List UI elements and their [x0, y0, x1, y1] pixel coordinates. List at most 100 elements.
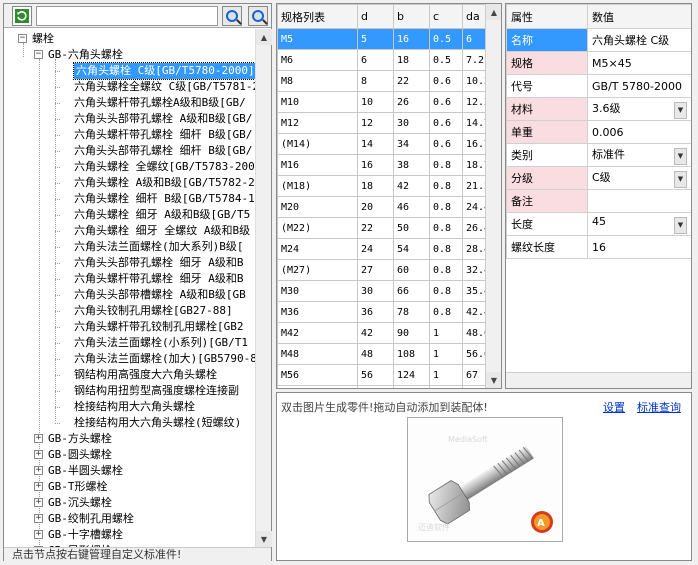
spec-cell[interactable]: 16 — [393, 28, 430, 50]
spec-cell[interactable]: M24 — [277, 238, 358, 260]
dropdown-arrow-icon[interactable]: ▼ — [674, 170, 687, 188]
property-value[interactable]: GB/T 5780-2000 — [592, 80, 682, 93]
spec-cell[interactable]: 48 — [357, 343, 394, 365]
spec-cell[interactable]: 0.8 — [429, 196, 463, 218]
search-button[interactable] — [222, 6, 242, 26]
spec-cell[interactable]: M6 — [277, 49, 358, 71]
spec-row[interactable]: M8 8 22 0.6 10.2 — [277, 70, 495, 92]
spec-row[interactable]: (M27) 27 60 0.8 32.4 — [277, 259, 495, 281]
spec-cell[interactable]: 10 — [357, 91, 394, 113]
spec-cell[interactable]: 26 — [393, 91, 430, 113]
spec-cell[interactable]: 140 — [393, 385, 430, 388]
spec-cell[interactable]: 38 — [393, 154, 430, 176]
spec-cell[interactable]: 50 — [393, 217, 430, 239]
standard-query-link[interactable]: 标准查询 — [637, 399, 681, 415]
spec-row[interactable]: (M14) 14 34 0.6 16.7 — [277, 133, 495, 155]
spec-row[interactable]: M56 56 124 1 67 — [277, 364, 495, 386]
spec-row[interactable]: (M22) 22 50 0.8 26.4 — [277, 217, 495, 239]
spec-cell[interactable]: M8 — [277, 70, 358, 92]
spec-cell[interactable]: M20 — [277, 196, 358, 218]
property-row[interactable]: 分级 C级 ▼ — [506, 166, 691, 190]
spec-cell[interactable]: 16 — [357, 154, 394, 176]
spec-cell[interactable]: 124 — [393, 364, 430, 386]
tree-search-input[interactable] — [36, 6, 218, 26]
tree-vertical-scrollbar[interactable]: ▲ ▼ — [255, 29, 272, 547]
spec-cell[interactable]: 0.8 — [429, 259, 463, 281]
property-value[interactable]: M5×45 — [592, 57, 632, 70]
scroll-up-icon[interactable]: ▲ — [256, 29, 272, 45]
expand-icon[interactable]: + — [34, 514, 43, 523]
spec-cell[interactable]: (M14) — [277, 133, 358, 155]
spec-row[interactable]: M16 16 38 0.8 18.7 — [277, 154, 495, 176]
spec-cell[interactable]: 8 — [357, 70, 394, 92]
spec-cell[interactable]: 0.6 — [429, 70, 463, 92]
property-row[interactable]: 名称 六角头螺栓 C级 — [506, 28, 691, 52]
property-row[interactable]: 备注 — [506, 189, 691, 213]
spec-cell[interactable]: 30 — [393, 112, 430, 134]
property-value[interactable]: 16 — [592, 241, 606, 254]
collapse-icon[interactable]: − — [34, 50, 43, 59]
spec-cell[interactable]: 108 — [393, 343, 430, 365]
spec-cell[interactable]: M56 — [277, 364, 358, 386]
spec-cell[interactable]: 56 — [357, 364, 394, 386]
spec-row[interactable]: M42 42 90 1 48.6 — [277, 322, 495, 344]
spec-cell[interactable]: M12 — [277, 112, 358, 134]
spec-cell[interactable]: (M18) — [277, 175, 358, 197]
property-value-cell[interactable]: GB/T 5780-2000 — [587, 74, 691, 98]
refresh-button[interactable] — [12, 6, 32, 26]
spec-row[interactable]: M12 12 30 0.6 14.7 — [277, 112, 495, 134]
spec-cell[interactable]: 0.8 — [429, 238, 463, 260]
spec-cell[interactable]: 12 — [357, 112, 394, 134]
property-value-cell[interactable] — [587, 189, 691, 213]
spec-cell[interactable]: 0.8 — [429, 154, 463, 176]
spec-row[interactable]: M48 48 108 1 56.6 — [277, 343, 495, 365]
spec-column-header[interactable]: d — [357, 4, 394, 29]
property-value[interactable]: 0.006 — [592, 126, 624, 139]
spec-cell[interactable]: 27 — [357, 259, 394, 281]
spec-cell[interactable]: 0.8 — [429, 175, 463, 197]
spec-row[interactable]: M24 24 54 0.8 28.4 — [277, 238, 495, 260]
dropdown-arrow-icon[interactable]: ▼ — [674, 216, 687, 234]
spec-cell[interactable]: 64 — [357, 385, 394, 388]
property-row[interactable]: 代号 GB/T 5780-2000 — [506, 74, 691, 98]
spec-row[interactable]: M6464140175 — [277, 385, 495, 388]
spec-cell[interactable]: 42 — [357, 322, 394, 344]
spec-row[interactable]: M10 10 26 0.6 12.2 — [277, 91, 495, 113]
spec-cell[interactable]: 42 — [393, 175, 430, 197]
spec-cell[interactable]: 6 — [357, 49, 394, 71]
spec-cell[interactable]: 1 — [429, 322, 463, 344]
property-value[interactable]: 六角头螺栓 C级 — [592, 34, 669, 47]
spec-cell[interactable]: 22 — [357, 217, 394, 239]
spec-cell[interactable]: 0.8 — [429, 280, 463, 302]
property-value[interactable]: 45 — [592, 215, 606, 228]
property-value-cell[interactable]: 0.006 — [587, 120, 691, 144]
scroll-down-icon[interactable]: ▼ — [486, 372, 501, 388]
spec-cell[interactable]: 60 — [393, 259, 430, 281]
property-value[interactable]: C级 — [592, 171, 611, 184]
spec-cell[interactable]: 14 — [357, 133, 394, 155]
search-next-button[interactable] — [248, 6, 268, 26]
expand-icon[interactable]: + — [34, 434, 43, 443]
spec-cell[interactable]: 0.5 — [429, 28, 463, 50]
scroll-down-icon[interactable]: ▼ — [256, 531, 272, 547]
spec-cell[interactable]: 36 — [357, 301, 394, 323]
property-value-cell[interactable]: C级 ▼ — [587, 166, 691, 190]
spec-vertical-scrollbar[interactable]: ▲ ▼ — [485, 4, 501, 388]
spec-cell[interactable]: 34 — [393, 133, 430, 155]
spec-cell[interactable]: M30 — [277, 280, 358, 302]
spec-cell[interactable]: M5 — [277, 28, 358, 50]
property-row[interactable]: 材料 3.6级 ▼ — [506, 97, 691, 121]
property-value-cell[interactable]: 标准件 ▼ — [587, 143, 691, 167]
property-row[interactable]: 规格 M5×45 — [506, 51, 691, 75]
property-value[interactable]: 3.6级 — [592, 102, 621, 115]
dropdown-arrow-icon[interactable]: ▼ — [674, 147, 687, 165]
spec-row[interactable]: M36 36 78 0.8 42.4 — [277, 301, 495, 323]
spec-cell[interactable]: M10 — [277, 91, 358, 113]
spec-cell[interactable]: 24 — [357, 238, 394, 260]
property-value[interactable]: 标准件 — [592, 148, 625, 161]
spec-cell[interactable]: 66 — [393, 280, 430, 302]
property-row[interactable]: 长度 45 ▼ — [506, 212, 691, 236]
spec-cell[interactable]: M64 — [277, 385, 358, 388]
spec-cell[interactable]: 18 — [393, 49, 430, 71]
spec-cell[interactable]: 0.6 — [429, 133, 463, 155]
